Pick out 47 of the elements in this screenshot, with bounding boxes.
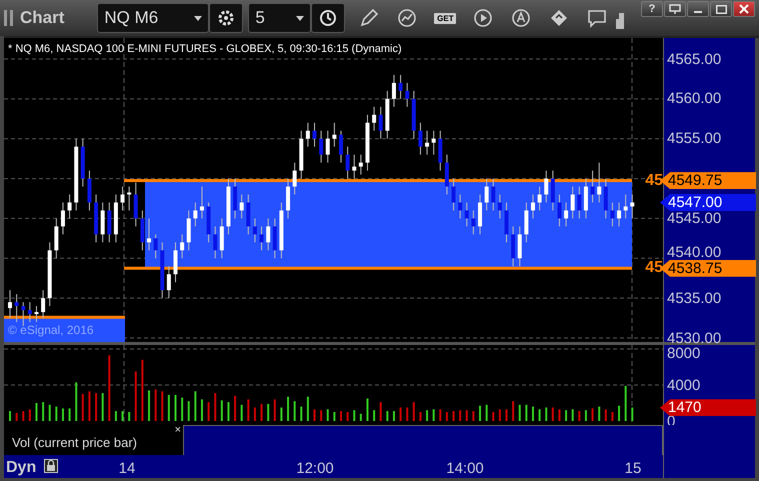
comment-icon[interactable] xyxy=(586,7,608,29)
axis-label: 4555.00 xyxy=(667,131,722,146)
axis-label: 4000 xyxy=(667,378,700,392)
axis-label: 4560.00 xyxy=(667,91,722,106)
axis-label: 8000 xyxy=(667,346,700,361)
close-button[interactable] xyxy=(733,1,755,17)
legend-label: Vol (current price bar) xyxy=(12,435,137,450)
play-icon[interactable] xyxy=(472,7,494,29)
volume-marker: 1470 xyxy=(660,399,756,416)
minimize-button[interactable] xyxy=(687,1,709,17)
window-title: Chart xyxy=(20,7,64,30)
get-button[interactable]: GET xyxy=(434,12,456,24)
time-label: 14:00 xyxy=(446,459,484,479)
axis-label: 4535.00 xyxy=(667,290,722,306)
axis-label: 4530.00 xyxy=(667,330,722,346)
help-button[interactable]: ? xyxy=(641,1,663,17)
settings-button[interactable] xyxy=(209,3,244,33)
level-tag: 45 xyxy=(645,168,663,193)
alert-icon[interactable] xyxy=(510,7,532,29)
time-label: 12:00 xyxy=(296,459,334,479)
chart-title: * NQ M6, NASDAQ 100 E-MINI FUTURES - GLOBEX, 5, 09:30-16:15 (Dynamic) xyxy=(8,42,402,57)
maximize-icon xyxy=(716,4,726,14)
copyright-text: © eSignal, 2016 xyxy=(8,322,94,339)
clock-icon xyxy=(319,9,338,27)
time-label: 15 xyxy=(624,459,642,479)
caret-icon xyxy=(296,16,304,20)
time-label: 14 xyxy=(118,459,136,479)
clock-button[interactable] xyxy=(311,3,346,33)
axis-label: 4545.00 xyxy=(667,210,722,226)
symbol-dropdown[interactable]: NQ M6 xyxy=(97,3,210,33)
caret-icon xyxy=(194,16,202,20)
level-tag: 45 xyxy=(645,256,663,280)
minimize-icon xyxy=(694,11,702,13)
close-icon xyxy=(739,4,749,14)
close-button[interactable]: × xyxy=(174,425,181,436)
axis-label: 4565.00 xyxy=(667,52,722,66)
pencil-icon[interactable] xyxy=(358,7,380,29)
lock-icon[interactable] xyxy=(44,459,58,473)
restore-button[interactable] xyxy=(664,1,686,17)
settings-icon xyxy=(217,9,236,27)
scale-mode-label: Dyn xyxy=(6,458,36,478)
restore-icon xyxy=(669,4,681,14)
axis-label: 4540.00 xyxy=(667,244,722,260)
maximize-button[interactable] xyxy=(710,1,732,17)
interval-dropdown[interactable]: 5 xyxy=(248,3,312,33)
grip-icon xyxy=(4,9,14,27)
price-marker: 4547.00 xyxy=(660,194,756,211)
